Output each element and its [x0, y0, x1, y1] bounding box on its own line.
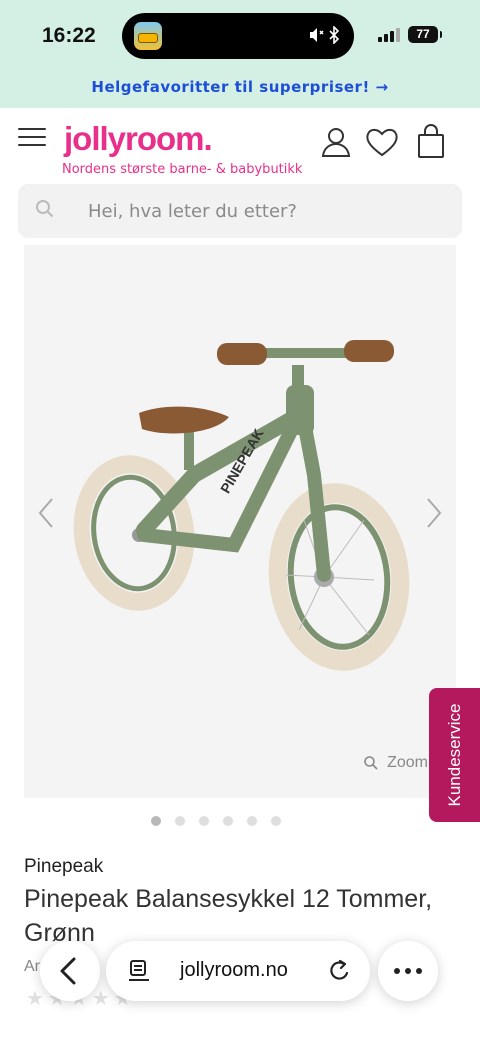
browser-url[interactable]: jollyroom.no: [180, 959, 288, 982]
cart-bag-icon[interactable]: [414, 124, 450, 160]
battery-indicator: 77: [408, 26, 442, 43]
pagination-dot[interactable]: [271, 816, 281, 826]
mute-icon: [310, 28, 324, 42]
browser-back-button[interactable]: [40, 941, 100, 1001]
site-tagline: Nordens største barne- & babybutikk: [62, 162, 303, 177]
pagination-dot[interactable]: [223, 816, 233, 826]
pagination-dot[interactable]: [199, 816, 209, 826]
more-dots-icon: [394, 968, 422, 974]
browser-more-button[interactable]: [378, 941, 438, 1001]
search-input[interactable]: Hei, hva leter du etter?: [88, 201, 297, 222]
site-header: jollyroom. Nordens største barne- & baby…: [0, 108, 480, 180]
zoom-icon: [364, 756, 378, 770]
customer-service-label: Kundeservice: [444, 703, 464, 807]
status-bar: 16:22 77 Helgefavoritter til superpriser…: [0, 0, 480, 108]
zoom-label: Zoom: [387, 754, 428, 771]
article-number: Ar: [24, 958, 40, 975]
browser-address-bar[interactable]: jollyroom.no: [106, 941, 370, 1001]
promo-banner-link[interactable]: Helgefavoritter til superpriser! →: [0, 78, 480, 96]
pagination-dot[interactable]: [175, 816, 185, 826]
menu-button[interactable]: [18, 128, 46, 152]
chevron-left-icon: [60, 957, 76, 985]
pagination-dot[interactable]: [247, 816, 257, 826]
product-title: Pinepeak Balansesykkel 12 Tommer, Grønn: [24, 885, 433, 947]
reader-mode-icon[interactable]: [128, 959, 150, 983]
search-bar[interactable]: Hei, hva leter du etter?: [18, 184, 462, 238]
product-brand-link[interactable]: Pinepeak: [24, 856, 103, 878]
site-logo[interactable]: jollyroom.: [64, 120, 213, 158]
reload-icon[interactable]: [328, 958, 352, 984]
status-time: 16:22: [42, 24, 96, 47]
gallery-next-arrow-icon[interactable]: [422, 495, 446, 531]
gallery-pagination: [0, 816, 456, 826]
account-icon[interactable]: [318, 124, 354, 160]
customer-service-tab[interactable]: Kundeservice: [429, 688, 480, 822]
product-image-balance-bike: PINEPEAK: [73, 340, 410, 671]
bluetooth-icon: [329, 26, 340, 44]
app-icon: [134, 22, 162, 50]
wishlist-heart-icon[interactable]: [364, 124, 400, 160]
gallery-prev-arrow-icon[interactable]: [34, 495, 58, 531]
search-icon: [36, 200, 54, 218]
dynamic-island: [122, 13, 354, 59]
zoom-button[interactable]: Zoom: [363, 754, 428, 772]
signal-icon: [378, 27, 400, 42]
pagination-dot[interactable]: [151, 816, 161, 826]
product-image-gallery[interactable]: PINEPEAK Zoom: [24, 245, 456, 798]
